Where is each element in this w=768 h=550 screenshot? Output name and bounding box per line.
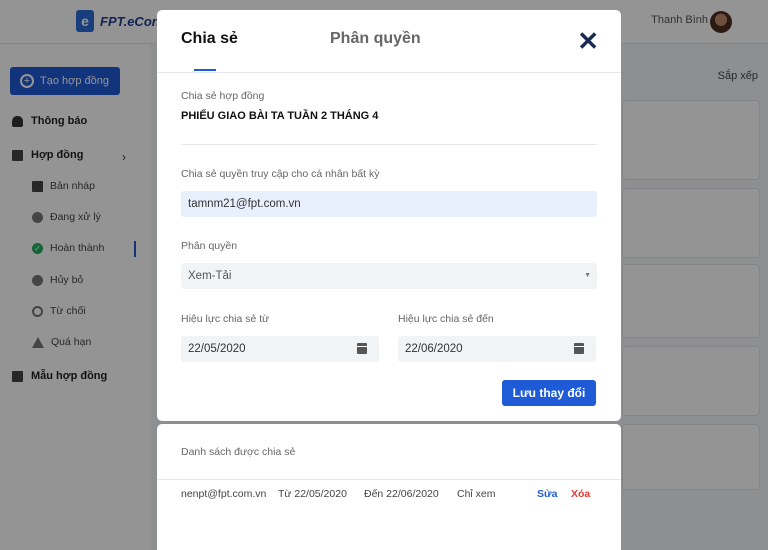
calendar-icon[interactable] <box>574 343 584 354</box>
email-input[interactable]: tamnm21@fpt.com.vn <box>181 191 597 217</box>
chevron-down-icon: ▼ <box>584 272 591 279</box>
permission-value: Xem-Tải <box>188 270 232 282</box>
shared-to: Đến 22/06/2020 <box>364 488 439 500</box>
valid-from-label: Hiệu lực chia sẻ từ <box>181 313 270 325</box>
valid-to-value: 22/06/2020 <box>405 343 463 355</box>
shared-list-title: Danh sách được chia sẻ <box>181 446 296 458</box>
calendar-icon[interactable] <box>357 343 367 354</box>
dialog-tabs: Chia sẻ Phân quyền ✕ <box>157 10 621 73</box>
share-dialog: Chia sẻ Phân quyền ✕ Chia sẻ hợp đồng PH… <box>157 10 621 421</box>
valid-to-date-input[interactable]: 22/06/2020 <box>398 336 596 362</box>
active-tab-indicator <box>194 69 216 71</box>
permission-select[interactable]: Xem-Tải ▼ <box>181 263 597 289</box>
shared-list-panel: Danh sách được chia sẻ nenpt@fpt.com.vn … <box>157 424 621 550</box>
tab-share[interactable]: Chia sẻ <box>181 30 238 48</box>
email-value: tamnm21@fpt.com.vn <box>188 198 301 210</box>
divider <box>181 144 597 145</box>
valid-from-value: 22/05/2020 <box>188 343 246 355</box>
permission-label: Phân quyền <box>181 240 238 252</box>
close-icon[interactable]: ✕ <box>577 28 599 54</box>
access-label: Chia sẻ quyền truy cập cho cá nhân bất k… <box>181 168 380 180</box>
doc-title: PHIẾU GIAO BÀI TA TUẦN 2 THÁNG 4 <box>181 110 379 122</box>
delete-link[interactable]: Xóa <box>571 488 590 500</box>
table-row: nenpt@fpt.com.vn Từ 22/05/2020 Đến 22/06… <box>157 488 621 508</box>
divider <box>157 479 621 480</box>
doc-label: Chia sẻ hợp đồng <box>181 90 265 102</box>
valid-from-date-input[interactable]: 22/05/2020 <box>181 336 379 362</box>
shared-email: nenpt@fpt.com.vn <box>181 488 267 500</box>
save-changes-button[interactable]: Lưu thay đổi <box>502 380 596 406</box>
tab-permission[interactable]: Phân quyền <box>330 30 421 48</box>
valid-to-label: Hiệu lực chia sẻ đến <box>398 313 494 325</box>
edit-link[interactable]: Sửa <box>537 488 557 500</box>
shared-permission: Chỉ xem <box>457 488 496 500</box>
shared-from: Từ 22/05/2020 <box>278 488 347 500</box>
